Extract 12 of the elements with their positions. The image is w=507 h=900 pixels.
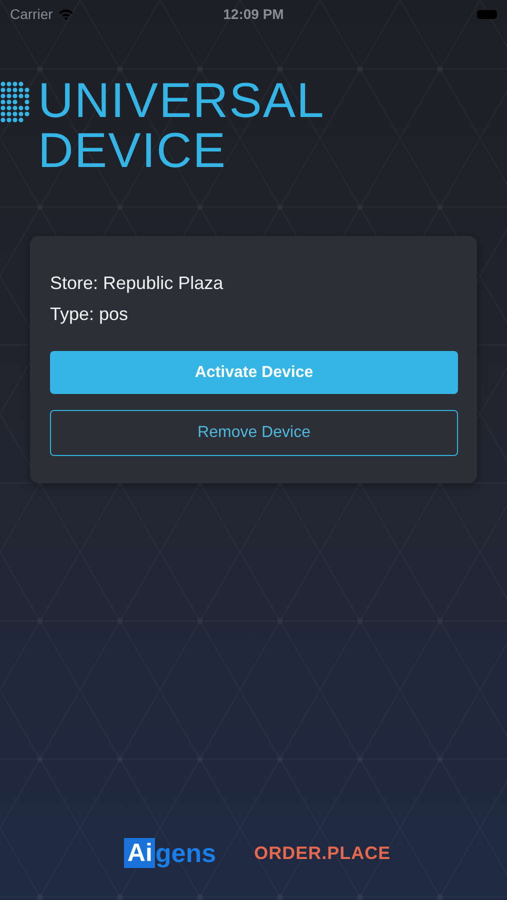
- app-title: UNIVERSAL: [38, 76, 325, 126]
- brand-logo-text: gens: [155, 838, 216, 868]
- dotted-logo-icon: [0, 81, 30, 123]
- wifi-icon: [58, 8, 74, 20]
- type-label: Type: pos: [50, 303, 130, 326]
- app-title: DEVICE: [38, 126, 228, 176]
- remove-button[interactable]: Remove Device: [50, 410, 458, 456]
- logo-badge: Ai: [124, 838, 156, 868]
- carrier-label: Carrier: [10, 6, 53, 22]
- clock-time: 12:09 PM: [223, 6, 284, 22]
- brand-logo-text: ORDER.PLACE: [254, 842, 391, 864]
- store-label: Store: Republic Plaza: [50, 272, 224, 295]
